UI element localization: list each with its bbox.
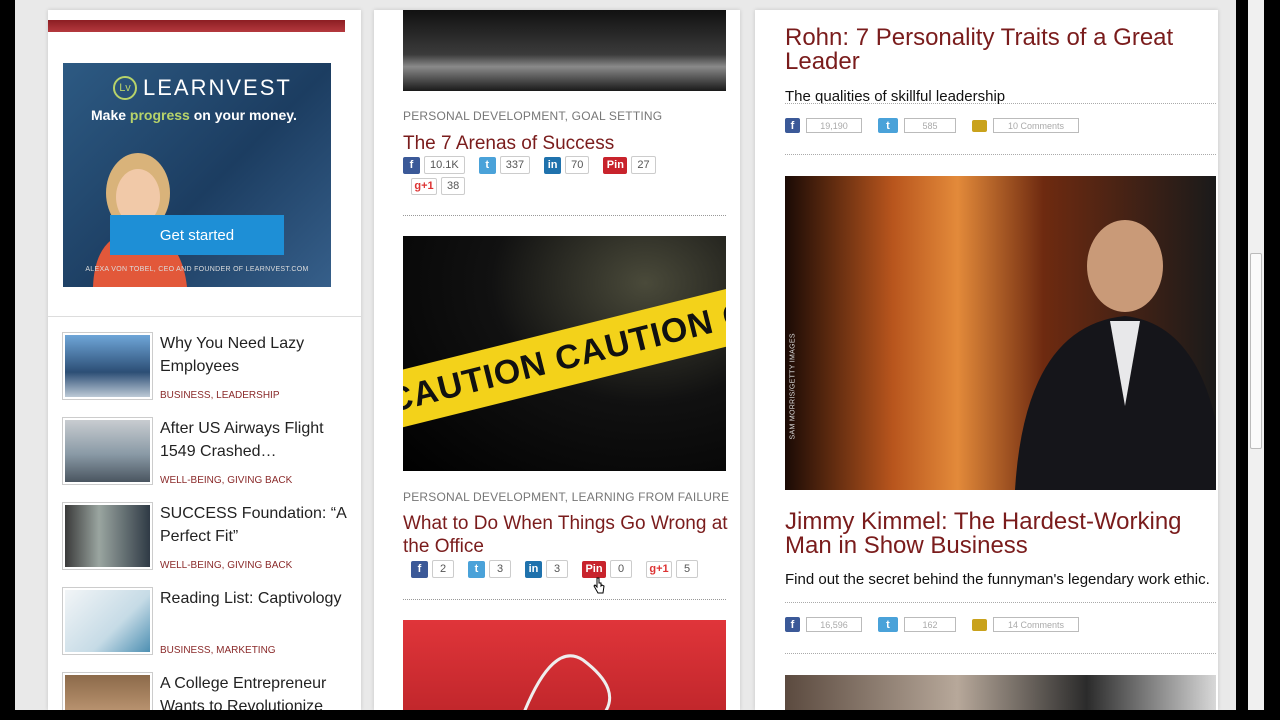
comments-count[interactable]: 14 Comments (993, 617, 1079, 632)
post-divider (785, 103, 1216, 104)
facebook-count: 10.1K (424, 156, 465, 174)
article-categories[interactable]: WELL-BEING, GIVING BACK (160, 475, 292, 486)
article-title[interactable]: Why You Need Lazy Employees (160, 332, 350, 378)
post-title[interactable]: Jimmy Kimmel: The Hardest-Working Man in… (785, 510, 1195, 558)
page-scrollbar[interactable] (1248, 0, 1264, 710)
article-thumbnail[interactable] (62, 672, 153, 710)
article-categories[interactable]: PERSONAL DEVELOPMENT, GOAL SETTING (403, 109, 662, 123)
facebook-count: 16,596 (806, 617, 862, 632)
post-share-bar: f 19,190 t 585 10 Comments (785, 118, 1079, 133)
twitter-icon[interactable]: t (468, 560, 485, 578)
article-image[interactable] (403, 620, 726, 710)
pinterest-icon[interactable]: Pin (603, 156, 628, 174)
twitter-count: 337 (499, 156, 531, 174)
article-title[interactable]: A College Entrepreneur Wants to Revoluti… (160, 672, 350, 710)
pinterest-count: 27 (631, 156, 656, 174)
article-thumbnail[interactable] (62, 332, 153, 400)
twitter-icon[interactable]: t (878, 118, 898, 133)
post-subtitle: Find out the secret behind the funnyman'… (785, 571, 1210, 588)
pinterest-count: 0 (610, 560, 632, 578)
article-title[interactable]: After US Airways Flight 1549 Crashed… (160, 417, 350, 463)
earphones-graphic (523, 654, 612, 710)
sidebar-article[interactable]: SUCCESS Foundation: “A Perfect Fit” WELL… (62, 502, 352, 572)
article-image[interactable] (403, 10, 726, 91)
twitter-count: 3 (489, 560, 511, 578)
sidebar-article[interactable]: Reading List: Captivology BUSINESS, MARK… (62, 587, 352, 657)
comments-count[interactable]: 10 Comments (993, 118, 1079, 133)
learnvest-logo: Lv LEARNVEST (113, 75, 292, 101)
article-categories[interactable]: BUSINESS, LEADERSHIP (160, 390, 279, 401)
facebook-icon[interactable]: f (411, 560, 428, 578)
google-plus-count: 38 (441, 177, 466, 195)
article-divider (403, 599, 726, 600)
post-divider (785, 154, 1216, 155)
facebook-icon[interactable]: f (403, 156, 420, 174)
article-title[interactable]: The 7 Arenas of Success (403, 132, 733, 155)
twitter-count: 162 (904, 617, 956, 632)
sidebar-divider (48, 316, 361, 317)
linkedin-count: 3 (546, 560, 568, 578)
ad-person-photo (93, 153, 187, 287)
sidebar-header-bar (48, 20, 345, 32)
post-divider (785, 653, 1216, 654)
right-column: Rohn: 7 Personality Traits of a Great Le… (755, 10, 1218, 710)
article-divider (403, 215, 726, 216)
article-categories[interactable]: BUSINESS, MARKETING (160, 645, 276, 656)
post-image[interactable] (785, 675, 1216, 710)
comment-icon[interactable] (972, 618, 987, 631)
person-silhouette (1015, 220, 1216, 490)
lv-logo-mark: Lv (113, 76, 137, 100)
twitter-icon[interactable]: t (478, 156, 496, 174)
sidebar-article[interactable]: Why You Need Lazy Employees BUSINESS, LE… (62, 332, 352, 402)
middle-column: PERSONAL DEVELOPMENT, GOAL SETTING The 7… (374, 10, 740, 710)
ad-credit: ALEXA VON TOBEL, CEO AND FOUNDER OF LEAR… (85, 266, 309, 273)
page-background: Lv LEARNVEST Make progress on your money… (15, 0, 1236, 710)
scrollbar-thumb[interactable] (1250, 253, 1262, 449)
learnvest-ad[interactable]: Lv LEARNVEST Make progress on your money… (63, 63, 331, 287)
google-plus-icon[interactable]: g+1 (646, 560, 672, 578)
article-categories[interactable]: WELL-BEING, GIVING BACK (160, 560, 292, 571)
article-title[interactable]: SUCCESS Foundation: “A Perfect Fit” (160, 502, 350, 548)
get-started-button[interactable]: Get started (110, 215, 284, 255)
article-thumbnail[interactable] (62, 502, 153, 570)
article-categories[interactable]: PERSONAL DEVELOPMENT, LEARNING FROM FAIL… (403, 490, 729, 504)
facebook-count: 19,190 (806, 118, 862, 133)
article-thumbnail[interactable] (62, 587, 153, 655)
ad-tagline: Make progress on your money. (91, 107, 297, 123)
pinterest-icon[interactable]: Pin (582, 560, 606, 578)
share-bar: f 10.1K t 337 in 70 Pin 27 (403, 156, 656, 174)
twitter-icon[interactable]: t (878, 617, 898, 632)
post-share-bar: f 16,596 t 162 14 Comments (785, 617, 1079, 632)
share-bar: f 2 t 3 in 3 Pin 0 g+1 5 (411, 560, 698, 578)
google-plus-count: 5 (676, 560, 698, 578)
article-title[interactable]: Reading List: Captivology (160, 587, 350, 610)
article-title[interactable]: What to Do When Things Go Wrong at the O… (403, 512, 733, 558)
caution-tape: CAUTION CAUTION CAUTIO (403, 282, 726, 430)
comment-icon[interactable] (972, 119, 987, 132)
jimmy-kimmel-photo[interactable]: SAM MORRIS/GETTY IMAGES (785, 176, 1216, 490)
sidebar-article[interactable]: A College Entrepreneur Wants to Revoluti… (62, 672, 352, 710)
hand-cursor-icon (593, 577, 605, 594)
google-plus-icon[interactable]: g+1 (411, 177, 437, 195)
linkedin-icon[interactable]: in (544, 156, 562, 174)
linkedin-count: 70 (565, 156, 590, 174)
caution-tape-image[interactable]: CAUTION CAUTION CAUTIO (403, 236, 726, 471)
linkedin-icon[interactable]: in (525, 560, 542, 578)
post-title[interactable]: Rohn: 7 Personality Traits of a Great Le… (785, 26, 1195, 74)
left-sidebar: Lv LEARNVEST Make progress on your money… (48, 10, 361, 710)
facebook-icon[interactable]: f (785, 617, 800, 632)
article-thumbnail[interactable] (62, 417, 153, 485)
ad-brand: LEARNVEST (143, 75, 292, 100)
share-bar: g+1 38 (411, 177, 466, 195)
facebook-icon[interactable]: f (785, 118, 800, 133)
sidebar-article[interactable]: After US Airways Flight 1549 Crashed… WE… (62, 417, 352, 487)
post-divider (785, 602, 1216, 603)
facebook-count: 2 (432, 560, 454, 578)
twitter-count: 585 (904, 118, 956, 133)
photo-credit: SAM MORRIS/GETTY IMAGES (789, 333, 797, 440)
